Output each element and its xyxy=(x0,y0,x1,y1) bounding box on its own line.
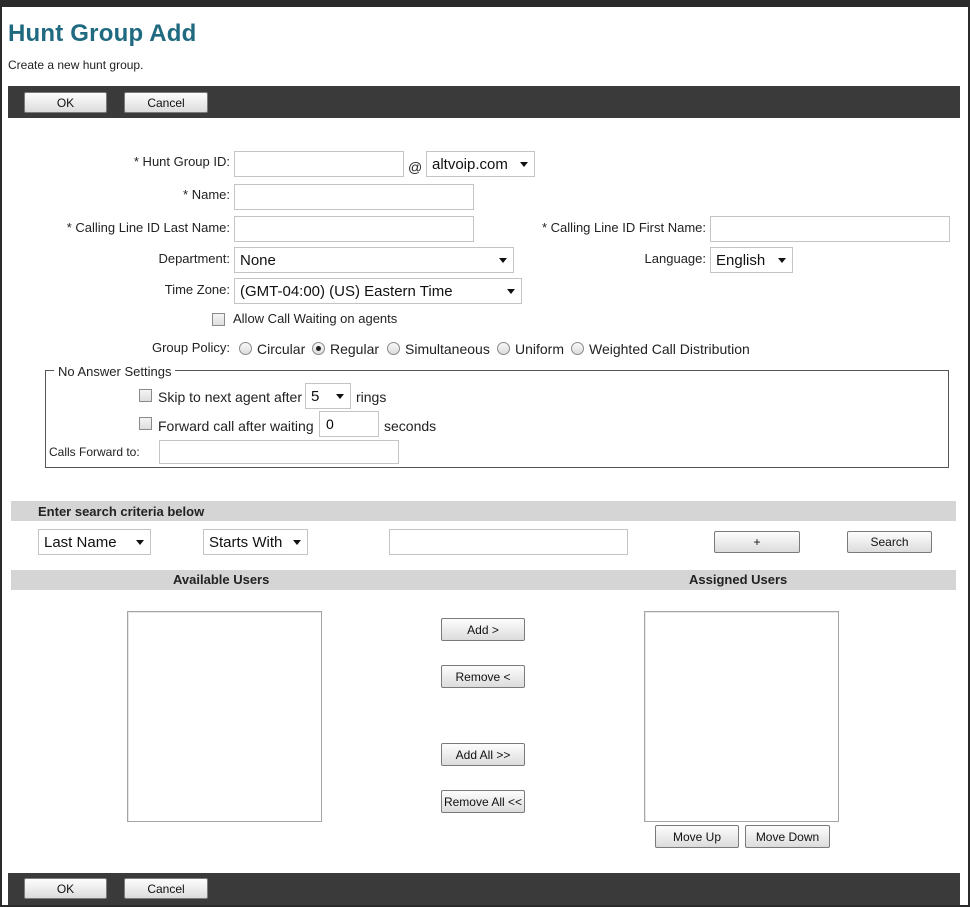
hunt-group-id-label: * Hunt Group ID: xyxy=(133,154,230,169)
policy-label-weighted: Weighted Call Distribution xyxy=(589,341,750,357)
skip-rings-value: 5 xyxy=(311,387,320,405)
policy-label-uniform: Uniform xyxy=(515,341,565,357)
search-field-value: Last Name xyxy=(44,533,117,551)
search-criteria-header: Enter search criteria below xyxy=(11,501,956,521)
clid-first-name-label: * Calling Line ID First Name: xyxy=(542,220,706,235)
forward-call-label: Forward call after waiting xyxy=(158,418,314,434)
department-select-value: None xyxy=(240,251,276,269)
time-zone-select-value: (GMT-04:00) (US) Eastern Time xyxy=(240,282,453,300)
calls-forward-to-label: Calls Forward to: xyxy=(49,445,140,459)
language-select-value: English xyxy=(716,251,766,269)
forward-seconds-input[interactable] xyxy=(319,411,379,437)
name-label: * Name: xyxy=(183,187,230,202)
move-down-button[interactable]: Move Down xyxy=(745,825,830,848)
at-sign: @ xyxy=(408,159,423,175)
chevron-down-icon xyxy=(499,258,507,263)
policy-radio-circular[interactable] xyxy=(239,342,252,355)
time-zone-label: Time Zone: xyxy=(164,282,230,297)
domain-select[interactable]: altvoip.com xyxy=(426,151,535,177)
clid-last-name-label: * Calling Line ID Last Name: xyxy=(66,220,230,235)
time-zone-select[interactable]: (GMT-04:00) (US) Eastern Time xyxy=(234,278,522,304)
chevron-down-icon xyxy=(136,540,144,545)
top-toolbar: OK Cancel xyxy=(8,86,960,118)
search-mode-select[interactable]: Starts With xyxy=(203,529,308,555)
allow-call-waiting-checkbox[interactable] xyxy=(212,313,225,326)
cancel-button-top[interactable]: Cancel xyxy=(124,92,208,113)
add-user-button[interactable]: Add > xyxy=(441,618,525,641)
department-label: Department: xyxy=(158,251,230,266)
chevron-down-icon xyxy=(507,289,515,294)
assigned-users-header: Assigned Users xyxy=(689,572,788,587)
department-select[interactable]: None xyxy=(234,247,514,273)
clid-first-name-input[interactable] xyxy=(710,216,950,242)
search-button[interactable]: Search xyxy=(847,531,932,553)
add-criteria-button[interactable]: + xyxy=(714,531,800,553)
no-answer-settings-legend: No Answer Settings xyxy=(54,364,176,379)
name-input[interactable] xyxy=(234,184,474,210)
chevron-down-icon xyxy=(520,162,528,167)
policy-radio-weighted[interactable] xyxy=(571,342,584,355)
ok-button-bottom[interactable]: OK xyxy=(24,878,107,899)
calls-forward-to-input[interactable] xyxy=(159,440,399,464)
chevron-down-icon xyxy=(336,394,344,399)
policy-radio-uniform[interactable] xyxy=(497,342,510,355)
remove-user-button[interactable]: Remove < xyxy=(441,665,525,688)
policy-label-circular: Circular xyxy=(257,341,306,357)
group-policy-label: Group Policy: xyxy=(151,340,230,355)
cancel-button-bottom[interactable]: Cancel xyxy=(124,878,208,899)
available-users-header: Available Users xyxy=(173,572,270,587)
page-title: Hunt Group Add xyxy=(8,20,197,47)
rings-suffix: rings xyxy=(356,389,387,405)
seconds-suffix: seconds xyxy=(384,418,437,434)
skip-agent-checkbox[interactable] xyxy=(139,389,152,402)
policy-radio-simultaneous[interactable] xyxy=(387,342,400,355)
chevron-down-icon xyxy=(778,258,786,263)
page-subtitle: Create a new hunt group. xyxy=(8,58,144,72)
forward-call-checkbox[interactable] xyxy=(139,417,152,430)
add-all-users-button[interactable]: Add All >> xyxy=(441,743,525,766)
users-header-bar: Available Users Assigned Users xyxy=(11,570,956,590)
search-mode-value: Starts With xyxy=(209,533,283,551)
bottom-toolbar: OK Cancel xyxy=(8,873,960,905)
language-select[interactable]: English xyxy=(710,247,793,273)
available-users-list[interactable] xyxy=(127,611,322,822)
search-field-select[interactable]: Last Name xyxy=(38,529,151,555)
skip-agent-label: Skip to next agent after xyxy=(158,389,302,405)
chevron-down-icon xyxy=(293,540,301,545)
move-up-button[interactable]: Move Up xyxy=(655,825,739,848)
policy-label-regular: Regular xyxy=(330,341,380,357)
search-input[interactable] xyxy=(389,529,628,555)
remove-all-users-button[interactable]: Remove All << xyxy=(441,790,525,813)
ok-button-top[interactable]: OK xyxy=(24,92,107,113)
skip-rings-select[interactable]: 5 xyxy=(305,383,351,409)
domain-select-value: altvoip.com xyxy=(432,155,508,173)
policy-label-simultaneous: Simultaneous xyxy=(405,341,490,357)
assigned-users-list[interactable] xyxy=(644,611,839,822)
hunt-group-id-input[interactable] xyxy=(234,151,404,177)
language-label: Language: xyxy=(644,251,706,266)
policy-radio-regular[interactable] xyxy=(312,342,325,355)
allow-call-waiting-label: Allow Call Waiting on agents xyxy=(233,311,398,326)
clid-last-name-input[interactable] xyxy=(234,216,474,242)
